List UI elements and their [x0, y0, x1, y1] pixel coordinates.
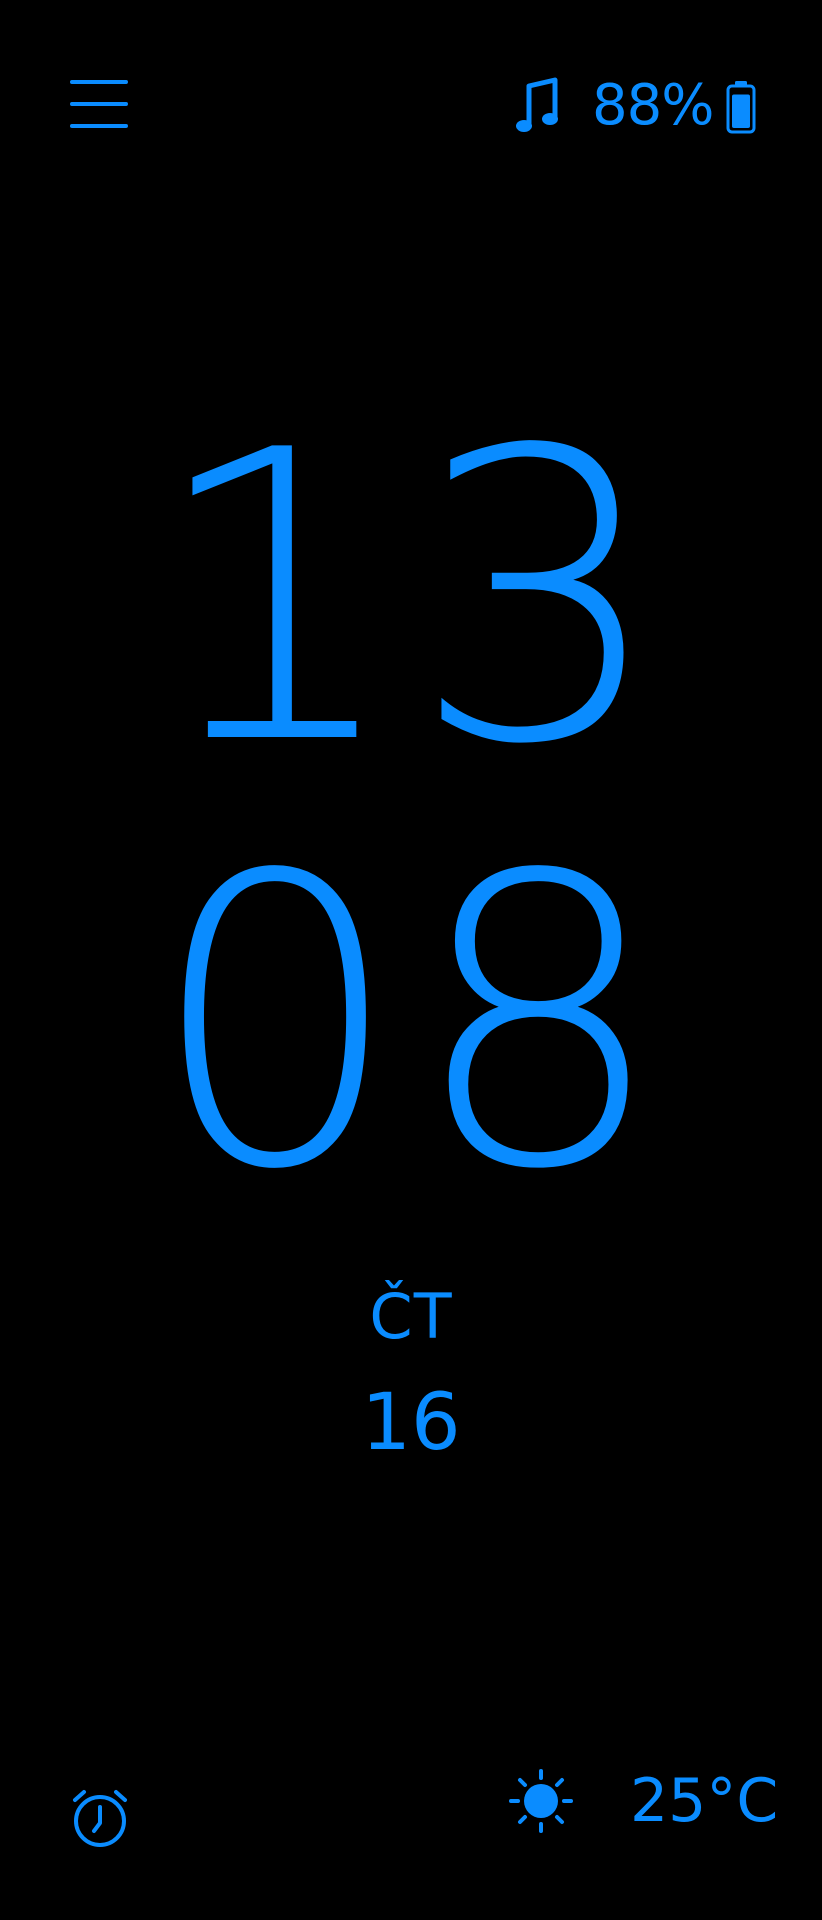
menu-line	[70, 102, 128, 106]
clock-hours: 13	[148, 367, 674, 832]
alarm-clock-icon[interactable]	[70, 1788, 130, 1848]
menu-line	[70, 80, 128, 84]
menu-button[interactable]	[70, 80, 128, 128]
battery-icon	[726, 81, 756, 134]
sun-icon[interactable]	[508, 1768, 574, 1834]
status-bar: 88%	[0, 0, 822, 200]
clock-minutes: 08	[148, 792, 674, 1257]
battery-percentage: 88%	[592, 73, 714, 138]
menu-line	[70, 124, 128, 128]
temperature-label: 25°C	[630, 1766, 779, 1836]
weekday-label: ČT	[369, 1280, 453, 1353]
day-of-month: 16	[361, 1378, 461, 1468]
music-note-icon[interactable]	[515, 76, 561, 136]
